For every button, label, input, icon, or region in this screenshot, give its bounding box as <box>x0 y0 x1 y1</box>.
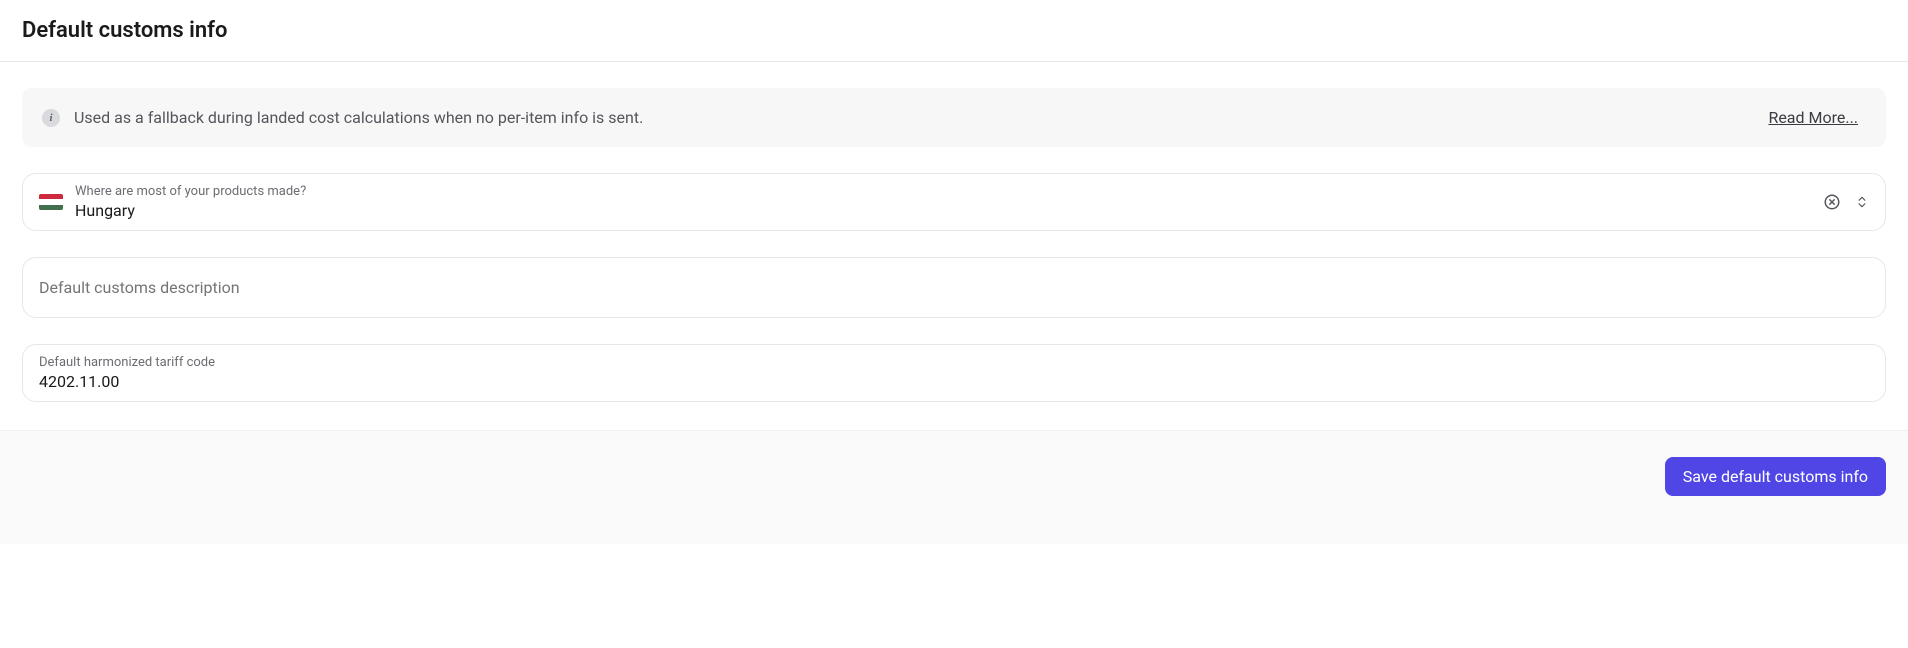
country-field-body: Where are most of your products made? Hu… <box>75 184 1811 220</box>
description-input[interactable] <box>39 278 1869 297</box>
description-field[interactable] <box>22 257 1886 318</box>
page-title: Default customs info <box>22 18 1886 43</box>
clear-icon[interactable] <box>1823 193 1841 211</box>
chevron-up-down-icon[interactable] <box>1855 193 1869 211</box>
country-field-actions <box>1823 193 1869 211</box>
tariff-field-body: Default harmonized tariff code <box>39 355 1869 391</box>
flag-icon <box>39 194 63 210</box>
tariff-input[interactable] <box>39 372 1869 391</box>
info-banner-text: Used as a fallback during landed cost ca… <box>74 108 643 127</box>
save-button[interactable]: Save default customs info <box>1665 457 1886 496</box>
country-field-label: Where are most of your products made? <box>75 184 1811 199</box>
info-icon: i <box>42 109 60 127</box>
info-banner: i Used as a fallback during landed cost … <box>22 88 1886 147</box>
footer-bar: Save default customs info <box>0 430 1908 544</box>
read-more-link[interactable]: Read More... <box>1768 108 1858 127</box>
tariff-field[interactable]: Default harmonized tariff code <box>22 344 1886 402</box>
country-select[interactable]: Where are most of your products made? Hu… <box>22 173 1886 231</box>
page-header: Default customs info <box>0 0 1908 62</box>
country-field-value: Hungary <box>75 201 1811 220</box>
tariff-field-label: Default harmonized tariff code <box>39 355 1869 370</box>
content-area: i Used as a fallback during landed cost … <box>0 62 1908 430</box>
info-banner-left: i Used as a fallback during landed cost … <box>42 108 643 127</box>
